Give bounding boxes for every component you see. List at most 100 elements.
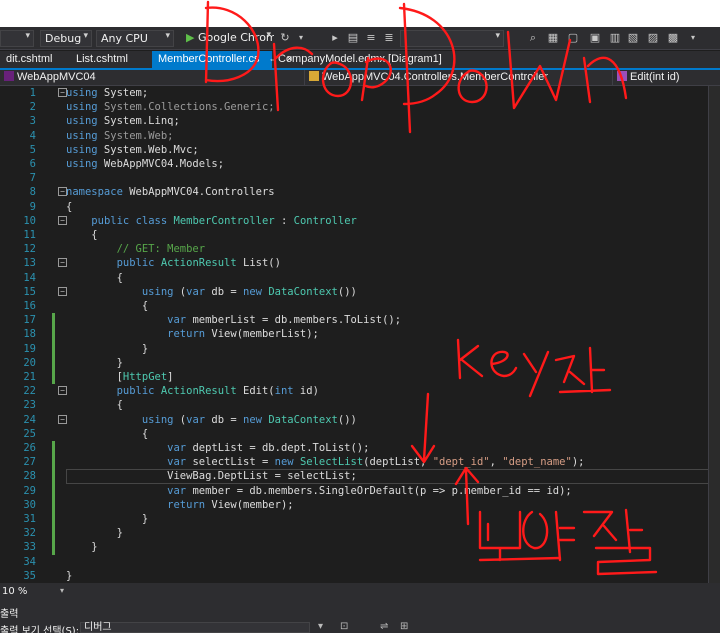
class-dropdown[interactable]: WebAppMVC04.Controllers.MemberController: [304, 70, 610, 86]
code-line[interactable]: 31 }: [0, 512, 720, 527]
zoom-level[interactable]: 10 %: [2, 586, 27, 597]
vertical-scrollbar[interactable]: [708, 86, 720, 583]
line-number: 34: [23, 555, 36, 568]
tab-membercontroller-cs[interactable]: MemberController.cs ⇔ ×: [152, 51, 292, 68]
project-dropdown[interactable]: WebAppMVC04: [0, 70, 300, 86]
document-icon[interactable]: ▤: [346, 31, 360, 45]
code-text: public ActionResult List(): [116, 257, 281, 270]
code-line[interactable]: 5 using System.Web.Mvc;: [0, 143, 720, 157]
code-line[interactable]: 3 using System.Linq;: [0, 114, 720, 128]
panel-icon[interactable]: ▣: [588, 31, 602, 45]
code-line[interactable]: 11 {: [0, 228, 720, 242]
code-line[interactable]: 21 [HttpGet]: [0, 370, 720, 385]
chevron-down-icon[interactable]: ▾: [686, 31, 700, 45]
code-line[interactable]: 14 {: [0, 271, 720, 285]
grid-alt-icon[interactable]: ▧: [626, 31, 640, 45]
code-line[interactable]: 25 {: [0, 427, 720, 441]
comment-icon[interactable]: ≡: [364, 31, 378, 45]
code-line[interactable]: 26 var deptList = db.dept.ToList();: [0, 441, 720, 456]
toolbar-overflow[interactable]: ▾: [0, 30, 34, 47]
project-value: WebAppMVC04: [17, 71, 96, 83]
play-icon: ▶: [186, 31, 195, 44]
code-line[interactable]: 34: [0, 555, 720, 569]
csharp-project-icon: [4, 71, 14, 81]
chevron-down-icon[interactable]: ▾: [318, 621, 323, 632]
uncomment-icon[interactable]: ≣: [382, 31, 396, 45]
member-dropdown[interactable]: Edit(int id): [612, 70, 720, 86]
code-line[interactable]: 9{: [0, 200, 720, 214]
code-line[interactable]: 19 }: [0, 341, 720, 356]
change-indicator: [52, 441, 55, 456]
code-line[interactable]: 12 // GET: Member: [0, 242, 720, 256]
toolbar: ▾ Debug ▾ Any CPU ▾ ▶ Google Chrome ▾ ↻ …: [0, 27, 720, 50]
grid-icon[interactable]: ▥: [608, 31, 622, 45]
start-debugging-button[interactable]: ▶ Google Chrome ▾: [182, 30, 274, 47]
change-indicator: [52, 313, 55, 328]
current-line-highlight: [66, 469, 716, 484]
code-text: var selectList = new SelectList(deptList…: [167, 456, 585, 469]
tile-icon[interactable]: ▩: [666, 31, 680, 45]
method-icon: [617, 71, 627, 81]
title-area: [0, 0, 720, 27]
word-wrap-icon[interactable]: ⇌: [380, 621, 388, 632]
code-line[interactable]: 18 return View(memberList);: [0, 327, 720, 342]
find-dropdown[interactable]: ▾: [400, 30, 504, 47]
change-indicator: [52, 355, 55, 370]
code-line[interactable]: 1− using System;: [0, 86, 720, 100]
code-line[interactable]: 20 }: [0, 355, 720, 370]
code-line[interactable]: 16 {: [0, 299, 720, 313]
code-text: }: [66, 569, 73, 582]
line-number: 33: [23, 541, 36, 554]
output-panel: 10 % ▾ 출력 출력 보기 선택(S): 디버그 ▾ ⊡ ⇌ ⊞: [0, 583, 720, 633]
chevron-down-icon: ▾: [25, 31, 30, 41]
code-line[interactable]: 24− using (var db = new DataContext()): [0, 413, 720, 427]
chevron-down-icon[interactable]: ▾: [60, 586, 64, 595]
code-line[interactable]: 13− public ActionResult List(): [0, 256, 720, 270]
chevron-down-icon: ▾: [165, 31, 170, 41]
line-number: 32: [23, 527, 36, 540]
bookmark-icon[interactable]: ▸: [328, 31, 342, 45]
code-line[interactable]: 4 using System.Web;: [0, 129, 720, 143]
solution-config-dropdown[interactable]: Debug ▾: [40, 30, 92, 47]
code-line[interactable]: 29 var member = db.members.SingleOrDefau…: [0, 483, 720, 498]
tab-list-cshtml[interactable]: List.cshtml: [70, 51, 134, 68]
platform-dropdown[interactable]: Any CPU ▾: [96, 30, 174, 47]
output-source-dropdown[interactable]: 디버그: [80, 622, 310, 633]
search-icon[interactable]: ⌕: [526, 31, 540, 45]
code-line[interactable]: 7: [0, 171, 720, 185]
line-number: 29: [23, 484, 36, 497]
tab-edit-cshtml[interactable]: dit.cshtml: [0, 51, 58, 68]
split-icon[interactable]: ▨: [646, 31, 660, 45]
tab-companymodel-edmx[interactable]: CompanyModel.edmx [Diagram1]: [272, 51, 448, 68]
line-number: 11: [23, 229, 36, 241]
code-line[interactable]: 6 using WebAppMVC04.Models;: [0, 157, 720, 171]
code-line[interactable]: 22− public ActionResult Edit(int id): [0, 384, 720, 398]
code-text: using System.Web;: [66, 129, 174, 142]
code-line[interactable]: 17 var memberList = db.members.ToList();: [0, 313, 720, 328]
refresh-icon[interactable]: ↻: [278, 31, 292, 45]
change-indicator: [52, 540, 55, 555]
toggle-icon[interactable]: ⊞: [400, 621, 408, 632]
code-line[interactable]: 8− namespace WebAppMVC04.Controllers: [0, 185, 720, 199]
change-indicator: [52, 497, 55, 512]
code-line[interactable]: 32 }: [0, 526, 720, 541]
code-line[interactable]: 2 using System.Collections.Generic;: [0, 100, 720, 114]
layout-icon[interactable]: ▦: [546, 31, 560, 45]
code-text: {: [66, 399, 123, 412]
code-line[interactable]: 27 var selectList = new SelectList(deptL…: [0, 455, 720, 470]
code-line[interactable]: 23 {: [0, 398, 720, 412]
line-number: 27: [23, 456, 36, 469]
code-editor[interactable]: 1− using System; 2 using System.Collections…: [0, 86, 720, 583]
line-number: 9: [29, 200, 36, 213]
change-indicator: [52, 327, 55, 342]
code-line[interactable]: 33 }: [0, 540, 720, 555]
code-line[interactable]: 35}: [0, 569, 720, 583]
code-line[interactable]: 30 return View(member);: [0, 497, 720, 512]
code-text: {: [66, 229, 98, 241]
code-text: {: [66, 271, 123, 284]
clear-all-icon[interactable]: ⊡: [340, 621, 348, 632]
code-line[interactable]: 15− using (var db = new DataContext()): [0, 285, 720, 299]
code-line[interactable]: 10− public class MemberController : Cont…: [0, 214, 720, 228]
window-icon[interactable]: ▢: [566, 31, 580, 45]
chevron-down-icon[interactable]: ▾: [294, 31, 308, 45]
